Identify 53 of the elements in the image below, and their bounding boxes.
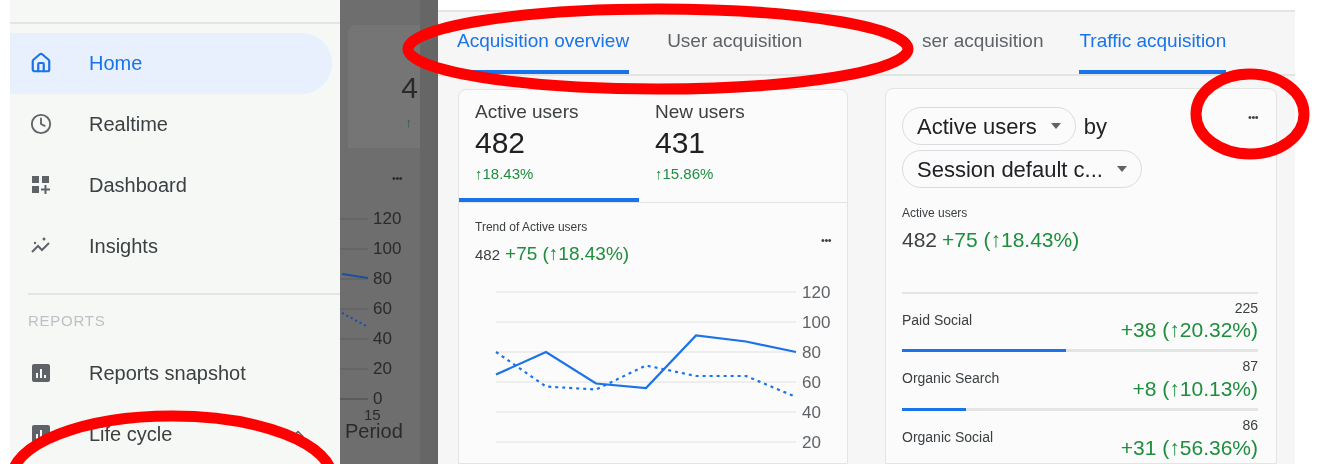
tab[interactable]: User acquisition <box>667 12 803 74</box>
section-heading: REPORTS <box>28 310 106 331</box>
home-icon <box>30 52 52 74</box>
axis-title: Period <box>345 420 403 441</box>
axis-tick: 20 <box>373 358 393 380</box>
axis-tick: 80 <box>373 268 393 290</box>
clock-icon <box>30 113 52 135</box>
channel-name: Paid Social <box>902 310 973 330</box>
axis-tick: 120 <box>802 283 831 303</box>
more-menu[interactable]: ••• <box>1248 109 1258 126</box>
axis-tick: 100 <box>373 238 402 260</box>
axis-tick: 15 <box>364 406 381 422</box>
sidebar-item[interactable]: Insights <box>10 215 332 277</box>
metric-value: 482 <box>475 244 501 265</box>
axis-tick: 120 <box>373 208 402 230</box>
metric-tab[interactable]: New users 431 ↑15.86% <box>639 90 819 202</box>
channel-delta: +31 (↑56.36%) <box>1120 434 1258 461</box>
tab[interactable]: ser acquisition <box>922 12 1044 74</box>
metric-tab[interactable]: Active users 482 ↑18.43% <box>459 90 639 202</box>
channel-name: Organic Social <box>902 428 994 447</box>
dropdown-caret-icon <box>1116 166 1127 172</box>
connector-word: by <box>1083 112 1108 141</box>
tab[interactable]: Acquisition overview <box>457 12 630 74</box>
bar-chart-icon <box>30 361 52 384</box>
axis-tick: 40 <box>802 403 821 423</box>
axis-tick: 80 <box>802 343 821 363</box>
channel-delta: +8 (↑10.13%) <box>1132 375 1258 402</box>
trend-arrow: ↑ <box>405 114 412 132</box>
channel-name: Organic Search <box>902 369 1000 389</box>
summary-label: Active users <box>902 205 968 222</box>
sidebar-item[interactable]: Home <box>10 32 332 94</box>
sidebar-item[interactable]: Realtime <box>10 93 332 155</box>
metric-value: 4 <box>401 73 418 103</box>
axis-tick: 40 <box>373 328 393 350</box>
channel-delta: +38 (↑20.32%) <box>1120 317 1258 343</box>
channel-value: 87 <box>1242 358 1258 376</box>
metric-delta: +75 (↑18.43%) <box>505 241 630 266</box>
more-menu[interactable]: ••• <box>821 231 831 249</box>
tab[interactable]: Traffic acquisition <box>1079 12 1227 74</box>
grid-icon <box>30 174 52 196</box>
axis-tick: 60 <box>802 373 821 393</box>
metric-delta: +75 (↑18.43%) <box>942 227 1080 253</box>
axis-tick: 20 <box>802 433 821 453</box>
channel-value: 225 <box>1234 299 1258 317</box>
sidebar-item[interactable]: Reports snapshot <box>10 342 332 403</box>
sidebar-item[interactable]: Dashboard <box>10 154 332 216</box>
sidebar-item[interactable]: Life cycle <box>10 403 332 464</box>
chart-title: Trend of Active users <box>475 218 588 236</box>
metric-value: 482 <box>902 227 938 253</box>
channel-value: 86 <box>1242 417 1258 435</box>
axis-tick: 60 <box>373 298 393 320</box>
axis-tick: 100 <box>802 313 831 333</box>
dropdown-caret-icon <box>1050 123 1061 129</box>
